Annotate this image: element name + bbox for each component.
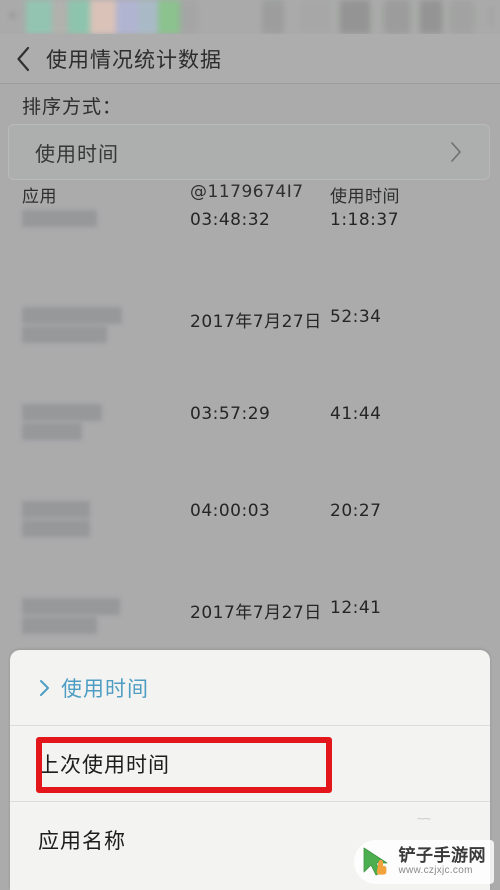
sort-option-1[interactable]: 上次使用时间 xyxy=(10,726,490,802)
cell-last-used: 2017年7月27日 xyxy=(190,312,322,332)
table-body: 03:48:32 1:18:37 2017年7月27日 52:34 03:57:29 41… xyxy=(0,210,500,695)
cell-duration: 20:27 xyxy=(330,501,382,521)
app-header: 使用情况统计数据 xyxy=(0,34,500,84)
watermark-title: 铲子手游网 xyxy=(398,845,486,866)
cell-last-used: 2017年7月27日 xyxy=(190,603,322,623)
cell-duration: 52:34 xyxy=(330,307,382,327)
column-header-last-used: @1179674I7 xyxy=(190,182,304,202)
status-bar-icon-7 xyxy=(180,0,198,34)
status-bar-icon-5 xyxy=(138,0,158,34)
app-name-redacted xyxy=(22,307,190,343)
table-row[interactable]: 03:48:32 1:18:37 xyxy=(0,210,500,307)
cursor-arrow-icon xyxy=(360,845,394,879)
chevron-left-icon xyxy=(17,46,30,71)
chevron-right-icon xyxy=(451,142,461,162)
status-bar-icon-0 xyxy=(26,0,52,34)
status-bar-icon-10 xyxy=(340,0,370,34)
cell-last-used: 03:48:32 xyxy=(190,210,271,230)
site-watermark: 铲子手游网 www.czjxjc.com ~~ xyxy=(353,811,494,884)
sort-option-0[interactable]: 使用时间 xyxy=(10,650,490,726)
app-name-redacted xyxy=(22,404,190,440)
app-name-redacted xyxy=(22,501,190,537)
status-bar-icon-11 xyxy=(384,0,410,34)
cell-last-used: 03:57:29 xyxy=(190,404,271,424)
status-bar xyxy=(0,0,500,34)
status-bar-icon-6 xyxy=(158,0,180,34)
sort-option-label: 使用时间 xyxy=(61,676,149,701)
cell-duration: 12:41 xyxy=(330,598,382,618)
table-row[interactable]: 04:00:03 20:27 xyxy=(0,501,500,598)
status-bar-icon-4 xyxy=(116,0,138,34)
chevron-right-icon xyxy=(40,679,49,696)
sort-by-selected-value: 使用时间 xyxy=(35,141,119,166)
app-name-redacted xyxy=(22,598,190,634)
watermark-url: www.czjxjc.com xyxy=(398,864,473,876)
sort-option-label: 上次使用时间 xyxy=(38,752,170,777)
sort-option-label: 应用名称 xyxy=(38,829,126,853)
status-bar-icon-1 xyxy=(52,0,68,34)
table-row[interactable]: 2017年7月27日 52:34 xyxy=(0,307,500,404)
status-bar-icon-9 xyxy=(300,0,330,34)
table-row[interactable]: 03:57:29 41:44 xyxy=(0,404,500,501)
cell-last-used: 04:00:03 xyxy=(190,501,271,521)
sort-by-select[interactable]: 使用时间 xyxy=(8,124,490,180)
cell-duration: 1:18:37 xyxy=(330,210,400,230)
status-bar-icon-8 xyxy=(262,0,284,34)
status-bar-icon-3 xyxy=(90,0,116,34)
app-name-redacted xyxy=(22,210,190,227)
table-header-row: 应用 @1179674I7 使用时间 xyxy=(0,182,500,210)
status-bar-icon-13 xyxy=(450,0,474,34)
sort-by-label: 排序方式： xyxy=(22,96,123,118)
usage-stats-table: 应用 @1179674I7 使用时间 03:48:32 1:18:37 2017年7… xyxy=(0,182,500,695)
cell-duration: 41:44 xyxy=(330,404,382,424)
page-title: 使用情况统计数据 xyxy=(46,47,222,72)
status-bar-icon-12 xyxy=(420,0,442,34)
back-button[interactable] xyxy=(0,34,46,84)
column-header-duration: 使用时间 xyxy=(330,187,400,207)
status-bar-dot-icon xyxy=(10,13,15,18)
column-header-app: 应用 xyxy=(22,187,57,207)
status-bar-icon-2 xyxy=(68,0,90,34)
phone-screen: 使用情况统计数据 排序方式： 使用时间 应用 @1179674I7 使用时间 0… xyxy=(0,0,500,890)
status-bar-overflow-icon xyxy=(490,8,493,26)
watermark-tilde: ~~ xyxy=(416,811,431,826)
